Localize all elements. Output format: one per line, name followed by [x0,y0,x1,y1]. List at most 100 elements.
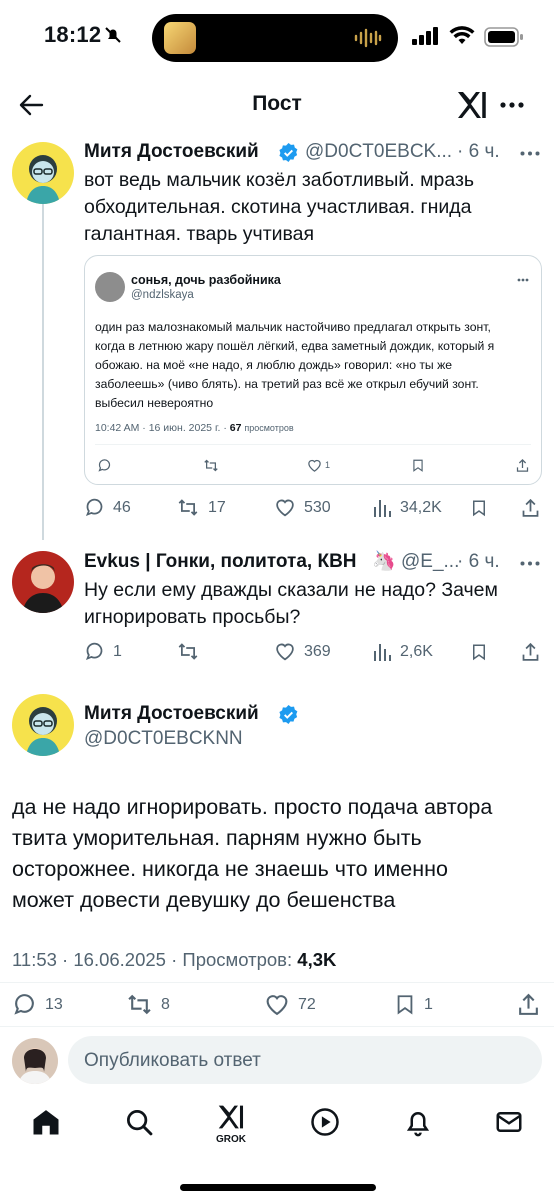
quoted-line: выбесил невероятно [95,396,214,410]
tweet-line: твита уморительная. парням нужно быть [12,826,422,850]
reply-button[interactable]: 1 [84,641,122,662]
quoted-more-icon [517,278,529,282]
tweet-line: вот ведь мальчик козёл заботливый. мразь [84,169,475,191]
share-icon[interactable] [520,497,541,519]
home-icon[interactable] [31,1107,61,1137]
notifications-bell-icon[interactable] [403,1107,433,1137]
tweet-more-icon[interactable] [520,151,540,156]
reply-icon [85,498,103,517]
tweet-line: осторожнее. никогда не знаешь что именно [12,857,448,881]
main-actions: 13 8 72 1 [12,992,542,1018]
repost-icon [128,994,151,1015]
views-button[interactable]: 34,2K [372,497,442,518]
my-avatar[interactable] [12,1038,58,1084]
reply-button[interactable]: 13 [12,992,63,1017]
share-icon[interactable] [516,992,541,1017]
bookmark-count: 1 [424,995,433,1013]
author-handle[interactable]: @E_... [401,551,459,573]
quoted-share-icon [515,458,530,473]
repost-button[interactable]: 8 [126,992,170,1017]
like-count: 72 [298,995,316,1013]
bookmark-icon[interactable] [470,641,488,663]
quoted-avatar [95,272,125,302]
quoted-views: 67 [229,422,242,434]
search-icon[interactable] [124,1107,154,1137]
now-playing-artwork [164,22,196,54]
like-button[interactable]: 369 [274,641,331,662]
main-views[interactable]: 4,3K [297,949,336,970]
thread-line [42,204,44,540]
tweet-text: вот ведь мальчик козёл заботливый. мразь… [84,167,544,248]
repost-button[interactable] [176,641,200,662]
author-name[interactable]: Митя Достоевский [84,141,259,163]
quoted-author-name: сонья, дочь разбойника [131,273,281,287]
tweet-text: Ну если ему дважды сказали не надо? Заче… [84,577,544,631]
tweet-actions: 46 17 530 34,2K [84,497,544,521]
quoted-repost-icon [203,458,219,473]
bookmark-icon[interactable] [470,497,488,519]
quoted-reply-icon [97,458,112,473]
views-button[interactable]: 2,6K [372,641,433,662]
like-button[interactable]: 530 [274,497,331,518]
quoted-views-label: просмотров [244,423,294,433]
author-name[interactable]: Митя Достоевский [84,703,259,725]
reply-input[interactable]: Опубликовать ответ [68,1036,542,1084]
video-play-icon[interactable] [310,1107,340,1137]
reply-icon [14,994,34,1015]
wifi-icon [449,25,475,45]
grok-tab[interactable]: GROK [208,1103,254,1149]
author-handle[interactable]: @D0CT0EBCK... [305,141,452,163]
tweet-line: да не надо игнорировать. просто подача а… [12,795,493,819]
tweet-actions: 1 369 2,6K [84,641,544,665]
grok-tab-icon [218,1105,244,1129]
quoted-author-handle: @ndzlskaya [131,289,194,301]
like-icon [266,995,288,1016]
dynamic-island [152,14,398,62]
quoted-actions: 1 [85,456,541,476]
quoted-bookmark-icon [411,458,425,473]
author-name[interactable]: Evkus | Гонки, политота, КВН [84,551,357,573]
divider [0,1026,554,1027]
repost-button[interactable]: 17 [176,497,226,518]
author-handle[interactable]: @D0CT0EBCKNN [84,728,243,750]
like-count: 530 [304,498,331,516]
quoted-tweet-image[interactable]: сонья, дочь разбойника @ndzlskaya один р… [84,255,542,485]
avatar[interactable] [12,694,74,756]
audio-waveform-icon [354,28,382,48]
quoted-meta: 10:42 AM · 16 июн. 2025 г. · 67 просмотр… [95,422,294,434]
status-time: 18:12 [44,22,102,47]
repost-icon [178,499,198,516]
bell-off-icon [104,26,122,44]
tweet-line: обходительная. скотина участливая. гнида [84,196,472,218]
quoted-line: один раз малознакомый мальчик настойчиво… [95,320,491,334]
bookmark-icon [397,995,413,1015]
repost-count: 17 [208,498,226,516]
grok-label: GROK [216,1134,246,1145]
views-count: 2,6K [400,642,433,660]
messages-envelope-icon[interactable] [494,1107,524,1137]
avatar[interactable] [12,142,74,204]
tweet-more-icon[interactable] [520,561,540,566]
page-title: Пост [252,92,302,115]
reply-icon [85,642,103,661]
divider [0,982,554,983]
avatar[interactable] [12,551,74,613]
quoted-like-count: 1 [325,460,331,470]
like-button[interactable]: 72 [264,992,316,1017]
share-icon[interactable] [520,641,541,663]
quoted-text: один раз малознакомый мальчик настойчиво… [95,318,541,413]
main-meta: 11:53 · 16.06.2025 · Просмотров: 4,3K [12,949,336,971]
quoted-line: обожаю. на моё «не надо, я люблю дождь» … [95,358,453,372]
bottom-tab-bar: GROK [0,1093,554,1163]
tweet-line: Ну если ему дважды сказали не надо? Заче… [84,579,498,601]
like-icon [276,499,294,517]
bookmark-button[interactable]: 1 [394,992,433,1017]
cellular-signal-icon [412,27,440,45]
views-icon [374,500,391,517]
reply-button[interactable]: 46 [84,497,131,518]
reply-count: 1 [113,642,122,660]
verified-badge-icon [278,704,299,725]
tweet-line: галантная. тварь учтивая [84,223,315,245]
repost-icon [178,643,198,660]
reply-count: 13 [45,995,63,1013]
